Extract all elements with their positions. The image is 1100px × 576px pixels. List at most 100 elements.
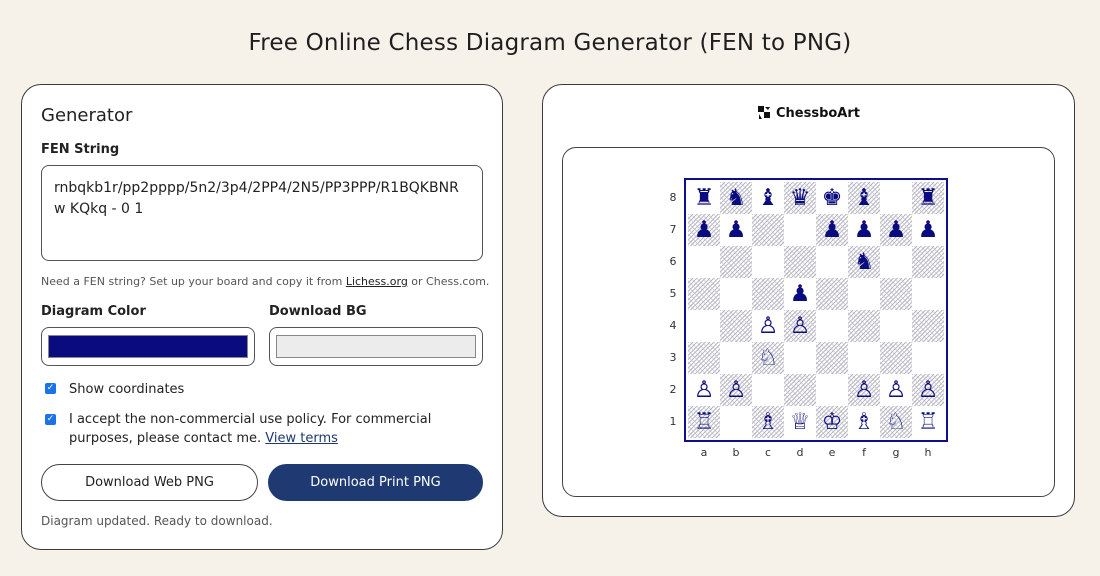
square-g5 xyxy=(880,278,912,310)
fen-help-text: Need a FEN string? Set up your board and… xyxy=(41,275,489,288)
white-pawn-icon: ♙ xyxy=(789,312,811,339)
square-h6 xyxy=(912,246,944,278)
square-f8: ♝ xyxy=(848,182,880,214)
rank-label: 8 xyxy=(669,191,677,204)
show-coordinates-checkbox[interactable]: ✓ xyxy=(45,383,56,394)
help-prefix: Need a FEN string? Set up your board and… xyxy=(41,275,346,288)
brand-logo: ChessboArt xyxy=(543,105,1074,121)
file-label: h xyxy=(924,446,932,459)
black-knight-icon: ♞ xyxy=(853,248,875,275)
square-a8: ♜ xyxy=(688,182,720,214)
accept-policy-checkbox[interactable]: ✓ xyxy=(45,414,56,425)
file-label: c xyxy=(764,446,772,459)
square-f1: ♗ xyxy=(848,406,880,438)
brand-name: ChessboArt xyxy=(775,105,860,121)
board-preview-frame: 87654321 ♜ ♞ ♝ ♛ ♚ ♝ ♜ ♟ ♟ ♟ ♟ ♟ ♟ ♞ ♟ ♙ ♙ ♘ ♙ ♙ ♙ ♙ ♙ ♖ ♗ ♕ ♔ ♗ ♘ ♖ … xyxy=(562,147,1055,497)
white-pawn-icon: ♙ xyxy=(757,312,779,339)
fen-input[interactable]: rnbqkb1r/pp2pppp/5n2/3p4/2PP4/2N5/PP3PPP… xyxy=(41,165,483,261)
white-king-icon: ♔ xyxy=(821,408,843,435)
rank-label: 1 xyxy=(669,415,677,428)
square-g2: ♙ xyxy=(880,374,912,406)
square-g7: ♟ xyxy=(880,214,912,246)
square-b4 xyxy=(720,310,752,342)
square-f5 xyxy=(848,278,880,310)
rank-label: 5 xyxy=(669,287,677,300)
show-coordinates-label: Show coordinates xyxy=(69,382,185,397)
square-a3 xyxy=(688,342,720,374)
lichess-link[interactable]: Lichess.org xyxy=(346,275,408,288)
diagram-color-label: Diagram Color xyxy=(41,304,146,319)
download-print-png-button[interactable]: Download Print PNG xyxy=(268,464,483,501)
fen-label: FEN String xyxy=(41,142,120,157)
square-d2 xyxy=(784,374,816,406)
rank-label: 4 xyxy=(669,319,677,332)
square-a1: ♖ xyxy=(688,406,720,438)
diagram-color-picker[interactable] xyxy=(41,327,255,366)
file-label: a xyxy=(700,446,708,459)
check-icon: ✓ xyxy=(46,414,55,424)
rank-label: 2 xyxy=(669,383,677,396)
white-rook-icon: ♖ xyxy=(693,408,715,435)
black-pawn-icon: ♟ xyxy=(853,216,875,243)
square-a7: ♟ xyxy=(688,214,720,246)
square-a6 xyxy=(688,246,720,278)
black-pawn-icon: ♟ xyxy=(821,216,843,243)
white-pawn-icon: ♙ xyxy=(725,376,747,403)
black-pawn-icon: ♟ xyxy=(725,216,747,243)
white-bishop-icon: ♗ xyxy=(853,408,875,435)
download-bg-picker[interactable] xyxy=(269,327,483,366)
square-g1: ♘ xyxy=(880,406,912,438)
file-label: b xyxy=(732,446,740,459)
white-bishop-icon: ♗ xyxy=(757,408,779,435)
square-e1: ♔ xyxy=(816,406,848,438)
white-pawn-icon: ♙ xyxy=(885,376,907,403)
view-terms-link[interactable]: View terms xyxy=(265,431,338,446)
square-d8: ♛ xyxy=(784,182,816,214)
square-g4 xyxy=(880,310,912,342)
chessboart-logo-icon xyxy=(757,106,770,119)
diagram-color-swatch xyxy=(48,335,248,358)
square-b2: ♙ xyxy=(720,374,752,406)
file-label: f xyxy=(862,446,866,459)
square-d4: ♙ xyxy=(784,310,816,342)
black-queen-icon: ♛ xyxy=(789,184,811,211)
generator-panel: Generator FEN String rnbqkb1r/pp2pppp/5n… xyxy=(21,84,503,550)
page-title: Free Online Chess Diagram Generator (FEN… xyxy=(248,30,852,56)
file-label: g xyxy=(892,446,900,459)
status-message: Diagram updated. Ready to download. xyxy=(41,514,273,528)
square-c1: ♗ xyxy=(752,406,784,438)
white-pawn-icon: ♙ xyxy=(693,376,715,403)
file-label: d xyxy=(796,446,804,459)
black-knight-icon: ♞ xyxy=(725,184,747,211)
generator-heading: Generator xyxy=(41,105,133,126)
black-pawn-icon: ♟ xyxy=(693,216,715,243)
accept-text: I accept the non-commercial use policy. … xyxy=(69,412,432,446)
square-c4: ♙ xyxy=(752,310,784,342)
square-b6 xyxy=(720,246,752,278)
download-web-png-button[interactable]: Download Web PNG xyxy=(41,464,258,501)
square-d3 xyxy=(784,342,816,374)
black-king-icon: ♚ xyxy=(821,184,843,211)
black-rook-icon: ♜ xyxy=(917,184,939,211)
download-bg-swatch xyxy=(276,335,476,358)
square-a5 xyxy=(688,278,720,310)
check-icon: ✓ xyxy=(46,383,55,393)
square-f7: ♟ xyxy=(848,214,880,246)
black-bishop-icon: ♝ xyxy=(757,184,779,211)
chess-board: ♜ ♞ ♝ ♛ ♚ ♝ ♜ ♟ ♟ ♟ ♟ ♟ ♟ ♞ ♟ ♙ ♙ ♘ ♙ ♙ ♙ ♙ ♙ ♖ ♗ ♕ ♔ ♗ ♘ ♖ xyxy=(688,182,944,438)
square-d7 xyxy=(784,214,816,246)
square-e7: ♟ xyxy=(816,214,848,246)
white-pawn-icon: ♙ xyxy=(853,376,875,403)
square-f2: ♙ xyxy=(848,374,880,406)
square-f3 xyxy=(848,342,880,374)
square-b3 xyxy=(720,342,752,374)
white-pawn-icon: ♙ xyxy=(917,376,939,403)
black-pawn-icon: ♟ xyxy=(917,216,939,243)
square-b5 xyxy=(720,278,752,310)
square-a2: ♙ xyxy=(688,374,720,406)
square-b8: ♞ xyxy=(720,182,752,214)
square-h3 xyxy=(912,342,944,374)
black-pawn-icon: ♟ xyxy=(885,216,907,243)
preview-panel: ChessboArt 8 7 6 5 4 3 2 1 ♜ ♞ ♝ ♛ ♚ ♝ ♜ ♟ ♟ ♟ ♟ ♟ ♟ ♞ ♟ ♙ ♙ ♘ ♙ ♙… xyxy=(542,84,1075,517)
chess-board-frame: ♜ ♞ ♝ ♛ ♚ ♝ ♜ ♟ ♟ ♟ ♟ ♟ ♟ ♞ ♟ ♙ ♙ ♘ ♙ ♙ ♙ ♙ ♙ ♖ ♗ ♕ ♔ ♗ ♘ ♖ xyxy=(684,178,948,442)
